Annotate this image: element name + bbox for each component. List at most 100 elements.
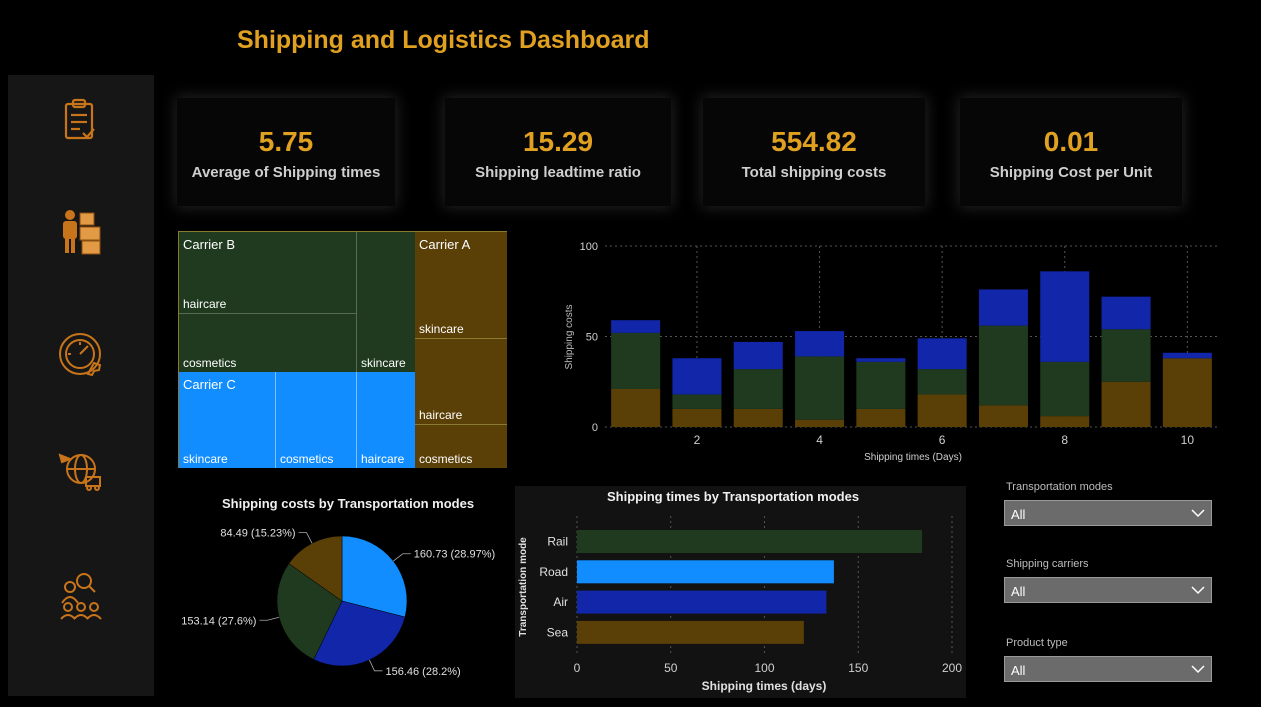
kpi-label: Shipping Cost per Unit [989, 164, 1153, 181]
pie-data-label: 153.14 (27.6%) [181, 615, 256, 627]
kpi-card-leadtime-ratio: 15.29 Shipping leadtime ratio [445, 98, 671, 206]
y-tick-label: Sea [547, 625, 569, 639]
slicer-label-product-type: Product type [1006, 637, 1068, 649]
stacked-bar-segment [917, 394, 967, 427]
stacked-bar-segment [1162, 358, 1212, 427]
chevron-down-icon [1191, 586, 1205, 595]
y-tick-label: 50 [586, 332, 598, 344]
pie-chart-svg: 160.73 (28.97%) 156.46 (28.2%) 153.14 (27.… [181, 528, 495, 678]
stacked-bar-segment [733, 341, 783, 370]
tile-label: cosmetics [183, 356, 237, 370]
kpi-label: Total shipping costs [741, 164, 887, 181]
dashboard-title: Shipping and Logistics Dashboard [237, 26, 650, 54]
stacked-bar-segment [611, 320, 661, 333]
chevron-down-icon [1191, 509, 1205, 518]
x-tick-label: 8 [1061, 433, 1068, 447]
stacked-bar-segment [733, 408, 783, 427]
kpi-card-total-shipping-costs: 554.82 Total shipping costs [703, 98, 925, 206]
stacked-bar-segment [1040, 416, 1090, 427]
stacked-bar-segment [1040, 271, 1090, 362]
stacked-bar-segment [795, 419, 845, 427]
hbar-chart-svg: 0 50 100 150 200 Rail Road Air Sea Transportatio… [518, 516, 962, 693]
pie-data-label: 84.49 (15.23%) [220, 528, 295, 540]
treemap-tile-carrier-c-skincare[interactable]: Carrier C skincare [179, 372, 276, 468]
stacked-bar-segment [856, 358, 906, 362]
stacked-bar-segment [611, 388, 661, 427]
shipping-costs-pie-chart: 160.73 (28.97%) 156.46 (28.2%) 153.14 (27.… [178, 515, 498, 695]
speed-gear-icon[interactable] [54, 327, 108, 381]
x-tick-label: 150 [848, 661, 868, 675]
product-type-dropdown[interactable]: All [1004, 656, 1212, 682]
carrier-b-label: Carrier B [183, 237, 236, 252]
team-search-icon[interactable] [54, 569, 108, 623]
treemap-tile-carrier-b-cosmetics[interactable]: cosmetics [179, 314, 357, 372]
treemap-tile-carrier-a-haircare[interactable]: haircare [415, 339, 507, 425]
stacked-bar-segment [1101, 381, 1151, 427]
global-delivery-icon[interactable] [54, 443, 108, 497]
carrier-a-label: Carrier A [419, 237, 471, 252]
stacked-bar-segment [1101, 296, 1151, 330]
stacked-bar-segment [917, 338, 967, 370]
hbar-x-axis-label: Shipping times (days) [702, 679, 827, 693]
dropdown-value: All [1011, 584, 1026, 599]
stacked-bar-segment [978, 405, 1028, 427]
kpi-card-cost-per-unit: 0.01 Shipping Cost per Unit [960, 98, 1182, 206]
y-tick-label: 100 [580, 241, 598, 253]
shipping-times-by-mode-panel: Shipping times by Transportation modes 0… [515, 486, 966, 698]
dropdown-value: All [1011, 507, 1026, 522]
treemap-tile-carrier-c-haircare[interactable]: haircare [357, 372, 415, 468]
stacked-bar-segment [1040, 361, 1090, 417]
worker-boxes-icon[interactable] [54, 205, 108, 259]
pie-data-label: 156.46 (28.2%) [385, 666, 460, 678]
hbar-sea [577, 620, 804, 644]
clipboard-check-icon[interactable] [54, 95, 108, 149]
kpi-label: Average of Shipping times [191, 164, 381, 181]
x-tick-label: 50 [664, 661, 678, 675]
treemap-tile-carrier-c-cosmetics[interactable]: cosmetics [276, 372, 357, 468]
tile-label: haircare [361, 452, 405, 466]
hbar-road [577, 560, 834, 584]
transportation-modes-dropdown[interactable]: All [1004, 500, 1212, 526]
tile-label: skincare [361, 356, 406, 370]
pie-data-label: 160.73 (28.97%) [414, 549, 495, 561]
stacked-bar-segment [672, 394, 722, 409]
pie-leader-line [393, 553, 411, 562]
pie-leader-line [369, 659, 383, 672]
stacked-bar-segment [856, 408, 906, 427]
stacked-x-axis-label: Shipping times (Days) [864, 452, 962, 463]
x-tick-label: 4 [816, 433, 823, 447]
stacked-bar-segment [795, 331, 845, 357]
treemap-tile-carrier-a-skincare[interactable]: Carrier A skincare [415, 232, 507, 339]
stacked-bar-segment [1101, 329, 1151, 382]
y-tick-label: Road [539, 565, 568, 579]
kpi-value: 15.29 [522, 126, 594, 157]
carrier-c-label: Carrier C [183, 377, 236, 392]
treemap-tile-carrier-b-skincare[interactable]: skincare [357, 232, 415, 372]
pie-leader-line [298, 532, 313, 544]
stacked-y-axis-label: Shipping costs [564, 304, 575, 369]
slicer-label-transportation: Transportation modes [1006, 481, 1113, 493]
chevron-down-icon [1191, 665, 1205, 674]
pie-leader-line [259, 616, 280, 621]
stacked-bar-segment [733, 369, 783, 409]
tile-label: skincare [183, 452, 228, 466]
stacked-bar-segment [795, 356, 845, 420]
dropdown-value: All [1011, 663, 1026, 678]
hbar-rail [577, 530, 922, 553]
kpi-value: 554.82 [771, 126, 857, 157]
tile-label: cosmetics [280, 452, 334, 466]
tile-label: haircare [419, 408, 463, 422]
carrier-product-treemap: Carrier B haircare cosmetics skincare Ca… [178, 231, 507, 468]
treemap-tile-carrier-a-cosmetics[interactable]: cosmetics [415, 425, 507, 468]
kpi-card-avg-shipping-times: 5.75 Average of Shipping times [177, 98, 395, 206]
x-tick-label: 200 [942, 661, 962, 675]
shipping-carriers-dropdown[interactable]: All [1004, 577, 1212, 603]
stacked-bar-segment [672, 358, 722, 395]
x-tick-label: 2 [694, 433, 701, 447]
tile-label: cosmetics [419, 452, 473, 466]
slicer-label-carriers: Shipping carriers [1006, 558, 1089, 570]
y-tick-label: 0 [592, 422, 598, 434]
kpi-value: 0.01 [1043, 126, 1099, 157]
kpi-value: 5.75 [258, 126, 314, 157]
treemap-tile-carrier-b-haircare[interactable]: Carrier B haircare [179, 232, 357, 314]
